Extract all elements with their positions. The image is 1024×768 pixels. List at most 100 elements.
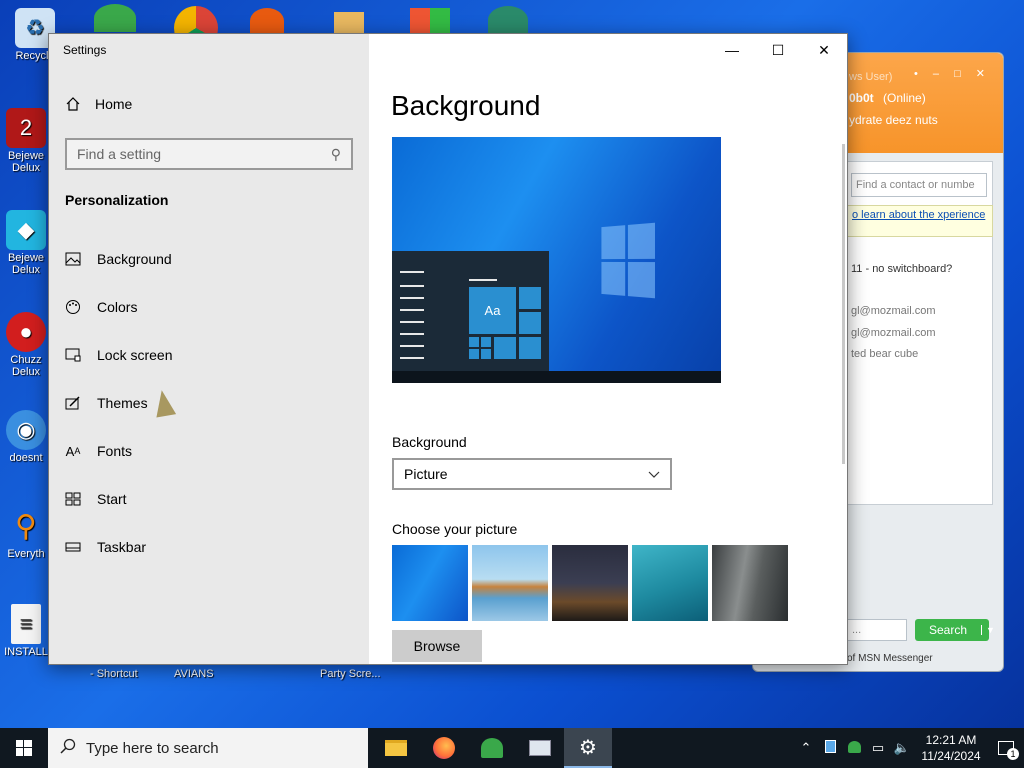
desktop-icon-chuzzle[interactable]: ● Chuzz Delux: [0, 312, 52, 378]
bejeweled-2-icon: 2: [6, 108, 46, 148]
msn-taskbar-button[interactable]: [468, 728, 516, 768]
brush-icon: [65, 395, 81, 411]
nav-item-taskbar[interactable]: Taskbar: [65, 532, 345, 562]
desktop-icon-label: Everyth: [7, 548, 45, 560]
taskbar-search[interactable]: Type here to search: [48, 728, 368, 768]
close-button[interactable]: ✕: [801, 34, 847, 66]
choose-picture-label: Choose your picture: [392, 521, 518, 537]
settings-sidebar: Settings Home Find a setting ⚲ Personali…: [49, 34, 369, 664]
msn-desktop-icon[interactable]: [94, 4, 136, 32]
msn-contact-line[interactable]: 11 - no switchboard?: [851, 263, 952, 275]
nav-item-fonts[interactable]: AA Fonts: [65, 436, 345, 466]
home-icon: [65, 96, 81, 112]
window-title: Settings: [63, 43, 107, 57]
background-label: Background: [392, 434, 467, 450]
picture-thumbnail-night-sky[interactable]: [552, 545, 628, 621]
maximize-button[interactable]: ☐: [755, 34, 801, 66]
clock-time: 12:21 AM: [925, 733, 977, 747]
nav-item-themes[interactable]: Themes: [65, 388, 345, 418]
clock-date: 11/24/2024: [921, 749, 981, 763]
msn-search-label: Search: [929, 623, 968, 637]
tray-app-icon[interactable]: [818, 740, 842, 756]
nav-item-lock-screen[interactable]: Lock screen: [65, 340, 345, 370]
nav-label: Taskbar: [97, 539, 147, 555]
windows-desktop-icon[interactable]: [410, 8, 450, 34]
window-controls: — ☐ ✕: [709, 34, 847, 66]
taskbar-icon: [65, 539, 81, 555]
nav-item-colors[interactable]: Colors: [65, 292, 345, 322]
background-select[interactable]: Picture: [392, 458, 672, 490]
picture-thumbnail-windows[interactable]: [392, 545, 468, 621]
msn-contact-line[interactable]: gl@mozmail.com: [851, 305, 936, 317]
desktop-icon-label[interactable]: AVIANS: [174, 668, 214, 680]
windows-logo-icon: [601, 222, 656, 300]
search-icon: [60, 738, 76, 758]
msn-contact-line[interactable]: ted bear cube: [851, 348, 918, 360]
desktop-icon-label[interactable]: Party Scre...: [320, 668, 381, 680]
msn-status-line[interactable]: 0b0t (Online): [849, 91, 926, 105]
firefox-icon: [433, 737, 455, 759]
msn-window-controls[interactable]: • – □ ✕: [914, 67, 991, 80]
settings-window[interactable]: Settings Home Find a setting ⚲ Personali…: [48, 33, 848, 665]
nav-label: Colors: [97, 299, 138, 315]
document-icon: ≡: [11, 604, 41, 644]
desktop-icon-bejeweled-2[interactable]: 2 Bejewe Delux: [0, 108, 52, 174]
taskbar: Type here to search ⚙ ⌃ ▭ 🔈 12:21 AM 11/…: [0, 728, 1024, 768]
msn-contact-line[interactable]: gl@mozmail.com: [851, 327, 936, 339]
nav-label: Themes: [97, 395, 148, 411]
file-explorer-taskbar-button[interactable]: [372, 728, 420, 768]
chevron-up-icon[interactable]: ⌃: [794, 740, 818, 756]
picture-thumbnails: [392, 545, 788, 621]
notification-center-button[interactable]: 1: [988, 728, 1024, 768]
msn-tip-link[interactable]: o learn about the xperience: [847, 205, 993, 237]
settings-content: — ☐ ✕ Background Aa Background Picture C…: [369, 34, 847, 664]
desktop-icon-label[interactable]: - Shortcut: [90, 668, 138, 680]
msn-tray-icon[interactable]: [842, 740, 866, 756]
page-title: Background: [391, 90, 541, 121]
home-label: Home: [95, 96, 133, 112]
app-desktop-icon[interactable]: [250, 8, 284, 34]
msn-find-contact-input[interactable]: Find a contact or numbe: [851, 173, 987, 197]
nav-item-start[interactable]: Start: [65, 484, 345, 514]
browse-button[interactable]: Browse: [392, 630, 482, 662]
minimize-button[interactable]: —: [709, 34, 755, 66]
window-icon: [529, 740, 551, 756]
desktop-icon-everything[interactable]: ⚲ Everyth: [0, 506, 52, 561]
preview-tile: Aa: [469, 287, 516, 334]
scrollbar[interactable]: [842, 144, 845, 464]
network-icon[interactable]: ▭: [866, 740, 890, 756]
desktop-icon-bejeweled[interactable]: ◆ Bejewe Delux: [0, 210, 52, 276]
msn-personal-message[interactable]: ydrate deez nuts: [849, 113, 938, 127]
clock[interactable]: 12:21 AM 11/24/2024: [914, 732, 988, 764]
start-button[interactable]: [0, 728, 48, 768]
msn-search-input[interactable]: ...: [847, 619, 907, 641]
msn-search-button[interactable]: Search ▼: [915, 619, 995, 641]
picture-thumbnail-underwater[interactable]: [632, 545, 708, 621]
picture-thumbnail-beach[interactable]: [472, 545, 548, 621]
picture-thumbnail-cliff[interactable]: [712, 545, 788, 621]
chevron-down-icon[interactable]: ▼: [981, 625, 995, 635]
desktop-icon-label: Chuzz Delux: [10, 354, 42, 378]
image-icon: [65, 251, 81, 267]
find-setting-placeholder: Find a setting: [77, 146, 162, 162]
desktop-icon-doesnt[interactable]: ◉ doesnt: [0, 410, 52, 464]
app-desktop-icon[interactable]: [488, 6, 528, 34]
nav-label: Background: [97, 251, 172, 267]
volume-icon[interactable]: 🔈: [890, 740, 914, 756]
app-desktop-icon[interactable]: [334, 12, 364, 34]
desktop-icon-install[interactable]: ≡ INSTALL: [0, 604, 52, 658]
notification-icon: 1: [998, 741, 1019, 760]
firefox-taskbar-button[interactable]: [420, 728, 468, 768]
windows-logo-icon: [16, 740, 32, 756]
settings-taskbar-button[interactable]: ⚙: [564, 728, 612, 768]
folder-icon: [385, 740, 407, 756]
palette-icon: [65, 299, 81, 315]
home-nav-item[interactable]: Home: [65, 96, 132, 112]
msn-status: (Online): [883, 91, 926, 105]
find-setting-input[interactable]: Find a setting ⚲: [65, 138, 353, 170]
nav-item-background[interactable]: Background: [65, 244, 345, 274]
desktop-icon-label: Bejewe Delux: [7, 150, 45, 174]
gear-icon: ⚙: [579, 736, 597, 759]
window-taskbar-button[interactable]: [516, 728, 564, 768]
msn-buddy-icon: [481, 738, 503, 758]
